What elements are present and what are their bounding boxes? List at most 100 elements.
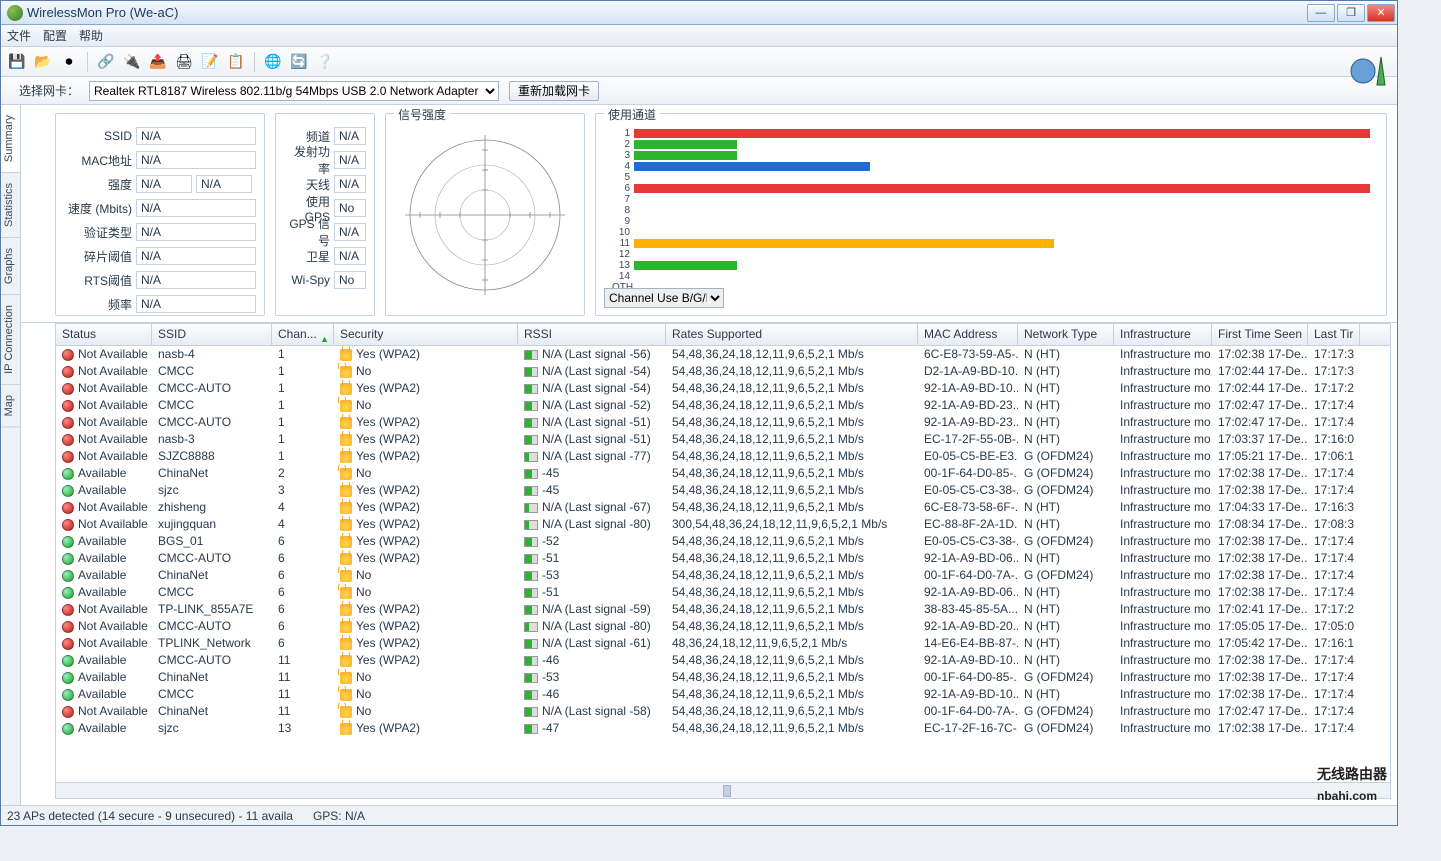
status-dot-icon	[62, 638, 74, 650]
copy-icon[interactable]: 📋	[226, 52, 246, 72]
lock-icon	[340, 706, 352, 718]
rssi-bar-icon	[524, 639, 538, 649]
table-row[interactable]: Not Available TP-LINK_855A7E 6 Yes (WPA2…	[56, 601, 1390, 618]
col-infrastructure[interactable]: Infrastructure	[1114, 324, 1212, 345]
table-row[interactable]: Available ChinaNet 6 No -53 54,48,36,24,…	[56, 567, 1390, 584]
rssi-bar-icon	[524, 435, 538, 445]
table-row[interactable]: Not Available zhisheng 4 Yes (WPA2) N/A …	[56, 499, 1390, 516]
table-row[interactable]: Not Available ChinaNet 11 No N/A (Last s…	[56, 703, 1390, 720]
rssi-bar-icon	[524, 724, 538, 734]
lock-icon	[340, 587, 352, 599]
table-row[interactable]: Not Available SJZC8888 1 Yes (WPA2) N/A …	[56, 448, 1390, 465]
status-ap-count: 23 APs detected (14 secure - 9 unsecured…	[7, 809, 293, 823]
col-ssid[interactable]: SSID	[152, 324, 272, 345]
col-network-type[interactable]: Network Type	[1018, 324, 1114, 345]
table-row[interactable]: Available ChinaNet 11 No -53 54,48,36,24…	[56, 669, 1390, 686]
lock-icon	[340, 400, 352, 412]
table-row[interactable]: Available CMCC 11 No -46 54,48,36,24,18,…	[56, 686, 1390, 703]
table-row[interactable]: Not Available CMCC 1 No N/A (Last signal…	[56, 397, 1390, 414]
table-row[interactable]: Available CMCC-AUTO 11 Yes (WPA2) -46 54…	[56, 652, 1390, 669]
adapter-select[interactable]: Realtek RTL8187 Wireless 802.11b/g 54Mbp…	[89, 81, 499, 101]
disconnect-icon[interactable]: 🔌	[122, 52, 142, 72]
table-row[interactable]: Not Available CMCC-AUTO 6 Yes (WPA2) N/A…	[56, 618, 1390, 635]
lock-icon	[340, 417, 352, 429]
table-row[interactable]: Not Available CMCC-AUTO 1 Yes (WPA2) N/A…	[56, 414, 1390, 431]
table-row[interactable]: Not Available CMCC 1 No N/A (Last signal…	[56, 363, 1390, 380]
close-button[interactable]: ✕	[1367, 4, 1395, 22]
col-rates[interactable]: Rates Supported	[666, 324, 918, 345]
menu-file[interactable]: 文件	[7, 27, 31, 44]
tab-graphs[interactable]: Graphs	[1, 238, 20, 295]
status-dot-icon	[62, 672, 74, 684]
col-last-seen[interactable]: Last Tir	[1308, 324, 1360, 345]
table-row[interactable]: Not Available nasb-3 1 Yes (WPA2) N/A (L…	[56, 431, 1390, 448]
table-row[interactable]: Not Available nasb-4 1 Yes (WPA2) N/A (L…	[56, 346, 1390, 363]
table-row[interactable]: Not Available CMCC-AUTO 1 Yes (WPA2) N/A…	[56, 380, 1390, 397]
title-bar[interactable]: WirelessMon Pro (We-aC) — ❐ ✕	[1, 1, 1397, 25]
rssi-bar-icon	[524, 554, 538, 564]
refresh-icon[interactable]: 🔄	[289, 52, 309, 72]
table-row[interactable]: Available CMCC 6 No -51 54,48,36,24,18,1…	[56, 584, 1390, 601]
col-mac[interactable]: MAC Address	[918, 324, 1018, 345]
print-icon[interactable]: 🖨	[174, 52, 194, 72]
minimize-button[interactable]: —	[1307, 4, 1335, 22]
save-icon[interactable]: 💾	[7, 52, 27, 72]
folder-icon[interactable]: 📂	[33, 52, 53, 72]
status-bar: 23 APs detected (14 secure - 9 unsecured…	[1, 805, 1397, 825]
tab-ip-connection[interactable]: IP Connection	[1, 295, 20, 385]
menu-config[interactable]: 配置	[43, 27, 67, 44]
table-row[interactable]: Available sjzc 3 Yes (WPA2) -45 54,48,36…	[56, 482, 1390, 499]
col-channel[interactable]: Chan...	[272, 324, 334, 345]
status-dot-icon	[62, 689, 74, 701]
status-dot-icon	[62, 400, 74, 412]
lock-icon	[340, 434, 352, 446]
lock-icon	[340, 621, 352, 633]
col-status[interactable]: Status	[56, 324, 152, 345]
lock-icon	[340, 383, 352, 395]
help-icon[interactable]: ❔	[315, 52, 335, 72]
rssi-bar-icon	[524, 571, 538, 581]
rssi-bar-icon	[524, 469, 538, 479]
table-row[interactable]: Available ChinaNet 2 No -45 54,48,36,24,…	[56, 465, 1390, 482]
edit-icon[interactable]: 📝	[200, 52, 220, 72]
body: Summary Statistics Graphs IP Connection …	[1, 105, 1397, 805]
status-dot-icon	[62, 502, 74, 514]
toolbar: 💾 📂 ⏺ 🔗 🔌 📤 🖨 📝 📋 🌐 🔄 ❔	[1, 47, 1397, 77]
signal-radar	[400, 130, 570, 300]
grid-header: Status SSID Chan... Security RSSI Rates …	[56, 324, 1390, 346]
col-first-seen[interactable]: First Time Seen	[1212, 324, 1308, 345]
status-dot-icon	[62, 434, 74, 446]
rssi-bar-icon	[524, 350, 538, 360]
col-security[interactable]: Security	[334, 324, 518, 345]
table-row[interactable]: Not Available TPLINK_Network 6 Yes (WPA2…	[56, 635, 1390, 652]
table-row[interactable]: Available CMCC-AUTO 6 Yes (WPA2) -51 54,…	[56, 550, 1390, 567]
export-icon[interactable]: 📤	[148, 52, 168, 72]
table-row[interactable]: Available sjzc 13 Yes (WPA2) -47 54,48,3…	[56, 720, 1390, 737]
frag-value: N/A	[136, 247, 256, 265]
record-icon[interactable]: ⏺	[59, 52, 79, 72]
status-dot-icon	[62, 621, 74, 633]
speed-value: N/A	[136, 199, 256, 217]
globe-icon[interactable]: 🌐	[263, 52, 283, 72]
grid-body[interactable]: Not Available nasb-4 1 Yes (WPA2) N/A (L…	[56, 346, 1390, 782]
menu-help[interactable]: 帮助	[79, 27, 103, 44]
rssi-bar-icon	[524, 588, 538, 598]
status-dot-icon	[62, 553, 74, 565]
table-row[interactable]: Available BGS_01 6 Yes (WPA2) -52 54,48,…	[56, 533, 1390, 550]
tab-statistics[interactable]: Statistics	[1, 173, 20, 238]
tab-summary[interactable]: Summary	[1, 105, 20, 173]
channel-chart: 1234567891011121314OTH	[604, 124, 1378, 284]
lock-icon	[340, 451, 352, 463]
tab-map[interactable]: Map	[1, 385, 20, 427]
horizontal-scrollbar[interactable]	[56, 782, 1390, 798]
table-row[interactable]: Not Available xujingquan 4 Yes (WPA2) N/…	[56, 516, 1390, 533]
rssi-bar-icon	[524, 367, 538, 377]
col-rssi[interactable]: RSSI	[518, 324, 666, 345]
connection-info-panel: SSIDN/A MAC地址N/A 强度N/AN/A 速度 (Mbits)N/A …	[55, 113, 265, 316]
reload-adapter-button[interactable]: 重新加载网卡	[509, 81, 599, 101]
status-dot-icon	[62, 570, 74, 582]
maximize-button[interactable]: ❐	[1337, 4, 1365, 22]
connect-icon[interactable]: 🔗	[96, 52, 116, 72]
status-dot-icon	[62, 383, 74, 395]
rssi-bar-icon	[524, 605, 538, 615]
